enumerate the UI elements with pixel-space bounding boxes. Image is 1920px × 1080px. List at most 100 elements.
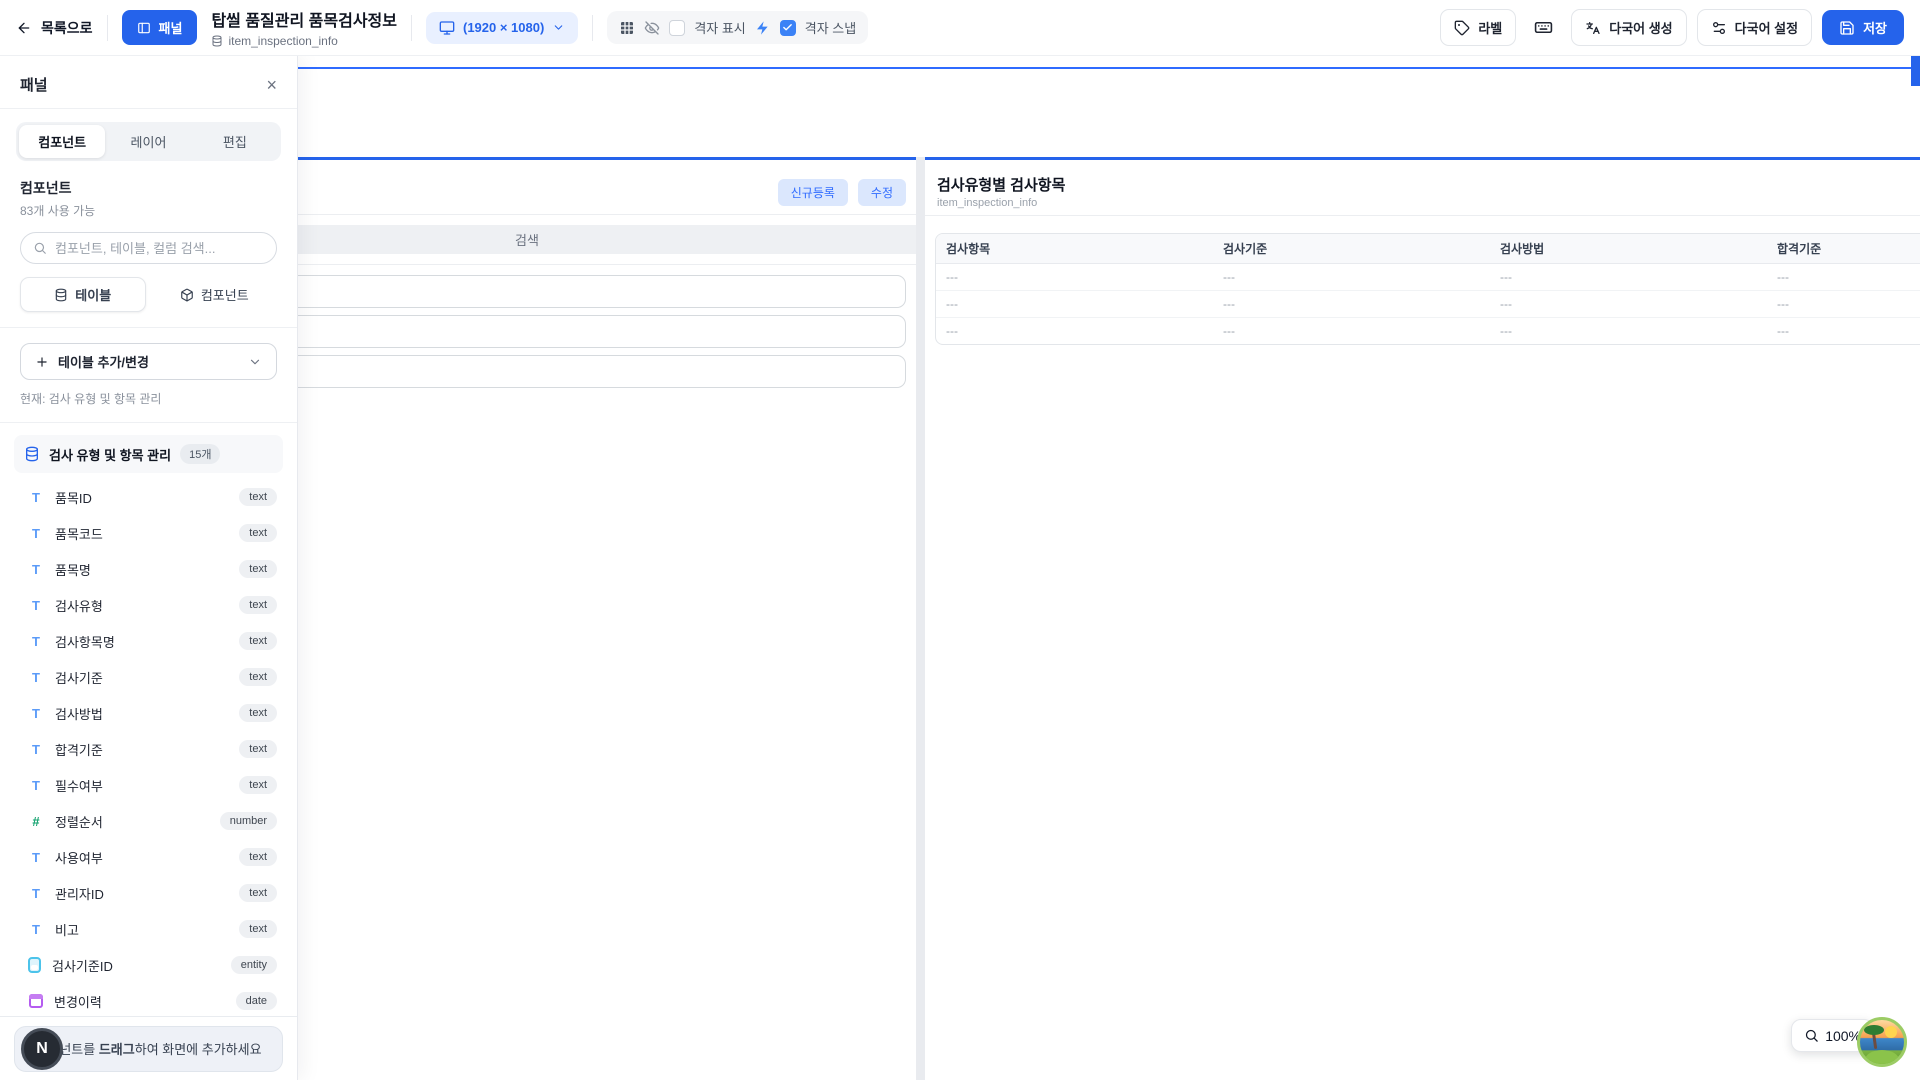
component-panel: 패널 × 컴포넌트레이어편집 컴포넌트 83개 사용 가능 테이블 컴포넌트 (0, 56, 298, 1080)
field-type-icon: T (28, 706, 44, 721)
panel-tab[interactable]: 컴포넌트 (19, 125, 105, 158)
panel-title: 패널 (20, 74, 48, 95)
back-label: 목록으로 (41, 18, 93, 38)
table-row[interactable]: ------------ (936, 291, 1920, 318)
close-icon[interactable]: × (266, 76, 277, 94)
field-type-badge: text (239, 920, 277, 938)
panel-toggle-button[interactable]: 패널 (122, 10, 198, 45)
field-row[interactable]: T 관리자ID text (14, 875, 283, 911)
grid-icon[interactable] (619, 20, 635, 36)
keyboard-shortcuts-button[interactable] (1526, 10, 1561, 45)
table-group-header[interactable]: 검사 유형 및 항목 관리 15개 (14, 435, 283, 473)
field-row[interactable]: T 사용여부 text (14, 839, 283, 875)
field-name: 검사기준 (55, 668, 103, 687)
table-cell: --- (936, 291, 1213, 317)
field-row[interactable]: T 검사항목명 text (14, 623, 283, 659)
field-row[interactable]: 변경이력 date (14, 983, 283, 1019)
selection-handle[interactable] (1911, 56, 1920, 86)
field-type-icon: T (28, 526, 44, 541)
view-tabs: 테이블 컴포넌트 (20, 277, 277, 312)
chevron-down-icon (248, 355, 262, 369)
field-type-badge: text (239, 704, 277, 722)
search-input[interactable] (55, 241, 264, 256)
field-type-icon: T (28, 598, 44, 613)
column-header: 합격기준 (1767, 234, 1920, 263)
grid-options-group: 격자 표시 격자 스냅 (607, 11, 868, 44)
field-type-icon: T (28, 778, 44, 793)
divider (0, 108, 297, 109)
field-type-icon: T (28, 634, 44, 649)
divider (107, 15, 108, 41)
eye-off-icon[interactable] (644, 20, 660, 36)
view-tab[interactable]: 컴포넌트 (152, 277, 278, 312)
zoom-level: 100% (1825, 1028, 1861, 1044)
view-tab-icon (54, 288, 68, 302)
field-row[interactable]: T 품목명 text (14, 551, 283, 587)
current-table-label: 현재: 검사 유형 및 항목 관리 (20, 390, 277, 407)
table-cell: --- (1213, 264, 1490, 290)
field-row[interactable]: 검사기준ID entity (14, 947, 283, 983)
field-type-badge: date (236, 992, 277, 1010)
table-cell: --- (936, 264, 1213, 290)
component-search[interactable] (20, 232, 277, 264)
database-icon (24, 446, 40, 462)
database-icon (211, 35, 223, 47)
grid-snap-checkbox[interactable] (780, 20, 796, 36)
back-to-list-button[interactable]: 목록으로 (16, 18, 93, 38)
field-type-badge: entity (231, 956, 277, 974)
i18n-generate-button[interactable]: 다국어 생성 (1571, 9, 1686, 46)
field-row[interactable]: T 비고 text (14, 911, 283, 947)
panel-left-icon (137, 21, 151, 35)
section-subtitle: 83개 사용 가능 (20, 202, 277, 219)
panel-tab[interactable]: 편집 (192, 125, 278, 158)
field-name: 변경이력 (54, 992, 102, 1011)
table-cell: --- (1767, 291, 1920, 317)
toolbar-right-group: 라벨 다국어 생성 다국어 설정 저장 (1440, 9, 1904, 46)
table-row[interactable]: ------------ (936, 264, 1920, 291)
field-name: 품목코드 (55, 524, 103, 543)
field-row[interactable]: # 정렬순서 number (14, 803, 283, 839)
field-type-icon: T (28, 490, 44, 505)
field-row[interactable]: T 필수여부 text (14, 767, 283, 803)
field-type-badge: text (239, 632, 277, 650)
i18n-settings-button[interactable]: 다국어 설정 (1697, 9, 1812, 46)
table-body: ------------------------------------ (936, 264, 1920, 344)
field-row[interactable]: T 품목ID text (14, 479, 283, 515)
save-button[interactable]: 저장 (1822, 10, 1904, 45)
plus-icon (35, 355, 49, 369)
divider (925, 215, 1920, 216)
field-row[interactable]: T 합격기준 text (14, 731, 283, 767)
grid-show-checkbox[interactable] (669, 20, 685, 36)
table-cell: --- (1490, 264, 1767, 290)
monitor-icon (439, 20, 455, 36)
field-row[interactable]: T 검사기준 text (14, 659, 283, 695)
table-card[interactable]: 검사유형별 검사항목 item_inspection_info 검사항목검사기준… (925, 157, 1920, 1080)
section-title: 컴포넌트 (20, 178, 277, 198)
search-icon (33, 241, 47, 255)
field-type-icon (28, 957, 41, 973)
data-table[interactable]: 검사항목검사기준검사방법합격기준 -----------------------… (935, 233, 1920, 345)
table-cell: --- (1490, 291, 1767, 317)
resolution-selector[interactable]: (1920 × 1080) (426, 12, 578, 44)
action-badge[interactable]: 신규등록 (778, 179, 848, 206)
add-table-button[interactable]: 테이블 추가/변경 (20, 343, 277, 380)
action-badge[interactable]: 수정 (858, 179, 906, 206)
panel-tab[interactable]: 레이어 (105, 125, 191, 158)
field-name: 사용여부 (55, 848, 103, 867)
field-type-badge: text (239, 740, 277, 758)
group-name: 검사 유형 및 항목 관리 (49, 445, 171, 464)
field-row[interactable]: T 품목코드 text (14, 515, 283, 551)
field-type-icon: T (28, 850, 44, 865)
magnifier-icon (1804, 1028, 1819, 1043)
label-button[interactable]: 라벨 (1440, 9, 1516, 46)
field-name: 합격기준 (55, 740, 103, 759)
page-title-block: 탑씰 품질관리 품목검사정보 item_inspection_info (211, 7, 397, 48)
table-row[interactable]: ------------ (936, 318, 1920, 344)
field-name: 검사항목명 (55, 632, 115, 651)
top-toolbar: 목록으로 패널 탑씰 품질관리 품목검사정보 item_inspection_i… (0, 0, 1920, 56)
field-row[interactable]: T 검사방법 text (14, 695, 283, 731)
field-row[interactable]: T 검사유형 text (14, 587, 283, 623)
island-emoji-badge[interactable] (1857, 1017, 1907, 1067)
field-type-badge: text (239, 884, 277, 902)
view-tab[interactable]: 테이블 (20, 277, 146, 312)
